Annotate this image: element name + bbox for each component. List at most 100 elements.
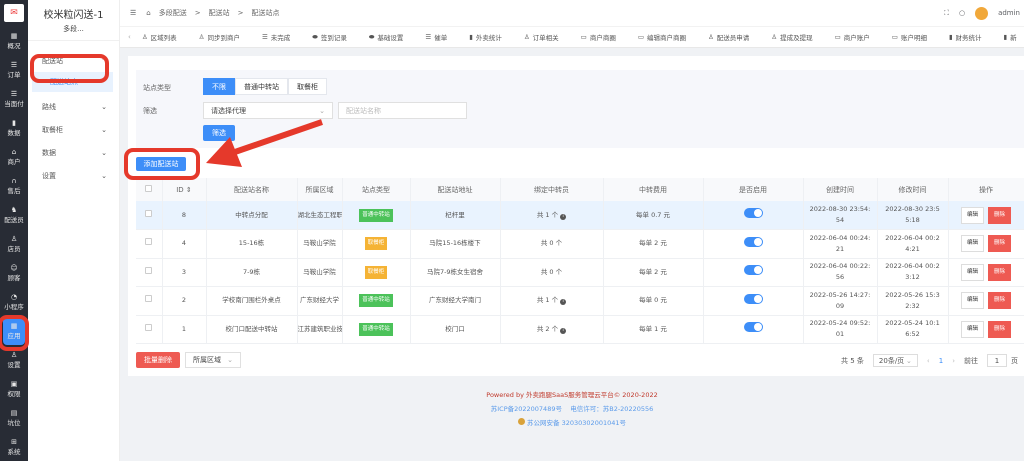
row-checkbox[interactable] bbox=[145, 295, 153, 303]
enable-toggle[interactable] bbox=[743, 322, 763, 333]
sub-group-cabinet[interactable]: 取餐柜 ⌄ bbox=[28, 118, 119, 141]
tab-icon: ▭ bbox=[580, 33, 587, 41]
enable-toggle[interactable] bbox=[743, 208, 763, 218]
delete-button[interactable]: 删除 bbox=[988, 292, 1012, 310]
tab-4[interactable]: ⬬ 基础设置 bbox=[358, 32, 415, 43]
tab-6[interactable]: ▮ 外卖统计 bbox=[458, 32, 513, 42]
station-type-badge: 普通中转站 bbox=[359, 322, 393, 336]
nav-item-7[interactable]: ♙ 店员 bbox=[0, 229, 28, 258]
group-label: 路线 bbox=[42, 102, 56, 111]
filter-label: 筛选 bbox=[143, 107, 157, 115]
tab-11[interactable]: ♙ 提成及提现 bbox=[760, 32, 823, 42]
select-all-checkbox[interactable] bbox=[136, 178, 163, 201]
header-label: 创建时间 bbox=[826, 185, 854, 194]
nav-item-8[interactable]: ☺ 顾客 bbox=[0, 258, 28, 287]
edit-button[interactable]: 编辑 bbox=[960, 235, 984, 253]
batch-delete-button[interactable]: 批量删除 bbox=[136, 352, 180, 368]
prev-page-icon[interactable]: ‹ bbox=[927, 357, 930, 365]
fullscreen-icon[interactable]: ⛶ bbox=[944, 9, 949, 18]
nav-item-2[interactable]: ☰ 当面付 bbox=[0, 84, 28, 113]
sub-group-route[interactable]: 路线 ⌄ bbox=[28, 95, 119, 118]
edit-button[interactable]: 编辑 bbox=[960, 320, 984, 338]
cell-address: 杞杆里 bbox=[410, 201, 501, 230]
enable-toggle[interactable] bbox=[743, 293, 763, 304]
nav-item-9[interactable]: ◔ 小程序 bbox=[0, 287, 28, 316]
nav-item-13[interactable]: ▤ 坑位 bbox=[0, 403, 28, 432]
enable-toggle[interactable] bbox=[743, 236, 763, 247]
station-type-segment: 不限 普通中转站 取餐柜 bbox=[203, 78, 327, 95]
cell-fee: 每单 1 元 bbox=[603, 315, 704, 344]
tab-1[interactable]: ♙ 同步到商户 bbox=[188, 32, 251, 42]
edit-button[interactable]: 编辑 bbox=[960, 263, 984, 281]
info-icon[interactable]: i bbox=[560, 213, 567, 220]
row-checkbox[interactable] bbox=[145, 323, 153, 331]
nav-item-14[interactable]: ⊞ 系统 bbox=[0, 432, 28, 461]
police-badge-icon bbox=[517, 418, 525, 425]
nav-item-3[interactable]: ▮ 数据 bbox=[0, 113, 28, 142]
tab-5[interactable]: ☰ 催单 bbox=[414, 32, 458, 42]
tab-0[interactable]: ♙ 区域列表 bbox=[131, 32, 188, 42]
delete-button[interactable]: 删除 bbox=[988, 320, 1012, 338]
footer: Powered by 外卖跑腿SaaS服务管理云平台© 2020-2022 苏I… bbox=[120, 388, 1024, 430]
info-icon[interactable]: i bbox=[560, 327, 567, 334]
nav-item-5[interactable]: ∩ 售后 bbox=[0, 171, 28, 200]
refresh-icon[interactable]: ○ bbox=[959, 9, 965, 17]
delete-button[interactable]: 删除 bbox=[988, 235, 1012, 253]
user-name[interactable]: admin bbox=[998, 9, 1020, 17]
column-header: 绑定中转员 bbox=[500, 178, 604, 201]
page-size-select[interactable]: 20条/页 ⌄ bbox=[872, 354, 918, 367]
collapse-menu-icon[interactable]: ☰ bbox=[130, 9, 136, 17]
tab-10[interactable]: ♙ 配送员申请 bbox=[697, 32, 760, 42]
sort-icon[interactable]: ⇕ bbox=[186, 186, 192, 194]
nav-item-1[interactable]: ☰ 订单 bbox=[0, 55, 28, 84]
cell-id: 4 bbox=[162, 229, 207, 259]
tab-15[interactable]: ▮ 新 bbox=[993, 32, 1024, 42]
sub-group-data[interactable]: 数据 ⌄ bbox=[28, 141, 119, 164]
icp-link[interactable]: 苏ICP备2022007489号 bbox=[491, 405, 562, 413]
breadcrumb-item[interactable]: 配送站 bbox=[209, 8, 230, 18]
tab-14[interactable]: ▮ 财务统计 bbox=[938, 32, 993, 42]
cell-modified: 2022-05-26 15:32:32 bbox=[877, 286, 949, 316]
page-number[interactable]: 1 bbox=[939, 357, 943, 365]
tab-3[interactable]: ⬬ 签到记录 bbox=[301, 32, 358, 43]
next-page-icon[interactable]: › bbox=[952, 357, 955, 365]
header: ☰ ⌂ 多段配送 > 配送站 > 配送站点 ⛶ ○ admin bbox=[120, 0, 1024, 27]
police-record-link[interactable]: 苏公网安备 32030302001041号 bbox=[527, 419, 626, 427]
tab-12[interactable]: ▭ 商户账户 bbox=[824, 32, 881, 42]
info-icon[interactable]: i bbox=[560, 299, 567, 306]
column-header: 配送站名称 bbox=[206, 178, 298, 201]
license-link[interactable]: 电信许可：苏B2-20220556 bbox=[570, 405, 653, 413]
goto-page-input[interactable]: 1 bbox=[987, 354, 1007, 367]
nav-item-12[interactable]: ▣ 权限 bbox=[0, 374, 28, 403]
tab-8[interactable]: ▭ 商户商圈 bbox=[570, 32, 627, 42]
avatar[interactable] bbox=[975, 6, 989, 20]
tab-9[interactable]: ▭ 编辑商户商圈 bbox=[627, 32, 697, 42]
cell-created: 2022-06-04 00:22:56 bbox=[803, 258, 878, 287]
edit-button[interactable]: 编辑 bbox=[960, 292, 984, 310]
delete-button[interactable]: 删除 bbox=[988, 263, 1012, 281]
row-checkbox[interactable] bbox=[145, 238, 153, 246]
type-option-cabinet[interactable]: 取餐柜 bbox=[288, 78, 327, 95]
row-checkbox[interactable] bbox=[145, 266, 153, 274]
sub-group-settings[interactable]: 设置 ⌄ bbox=[28, 164, 119, 187]
tab-7[interactable]: ♙ 订单相关 bbox=[513, 32, 570, 42]
tab-label: 未完成 bbox=[270, 34, 291, 42]
delete-button[interactable]: 删除 bbox=[988, 206, 1012, 224]
column-header[interactable]: ID ⇕ bbox=[162, 178, 207, 201]
station-name-input[interactable]: 配送站名称 bbox=[338, 102, 467, 119]
tab-icon: ▮ bbox=[469, 33, 473, 41]
nav-item-0[interactable]: ▦ 概况 bbox=[0, 26, 28, 55]
breadcrumb-item[interactable]: 多段配送 bbox=[159, 8, 187, 18]
table-row: 1 校门口配送中转站 江苏建筑职业技 普通中转站 校门口 共 2 个 i 每单 … bbox=[136, 315, 1024, 344]
type-option-transfer[interactable]: 普通中转站 bbox=[235, 78, 288, 95]
nav-item-6[interactable]: ♞ 配送员 bbox=[0, 200, 28, 229]
type-option-all[interactable]: 不限 bbox=[203, 78, 235, 95]
nav-item-4[interactable]: ⌂ 商户 bbox=[0, 142, 28, 171]
region-select[interactable]: 所属区域 ⌄ bbox=[185, 352, 241, 368]
cell-created: 2022-05-24 09:52:01 bbox=[803, 315, 878, 344]
tab-13[interactable]: ▭ 账户明细 bbox=[881, 32, 938, 42]
enable-toggle[interactable] bbox=[743, 265, 763, 276]
row-checkbox[interactable] bbox=[145, 209, 153, 217]
tab-2[interactable]: ☰ 未完成 bbox=[251, 32, 301, 42]
edit-button[interactable]: 编辑 bbox=[960, 206, 984, 224]
